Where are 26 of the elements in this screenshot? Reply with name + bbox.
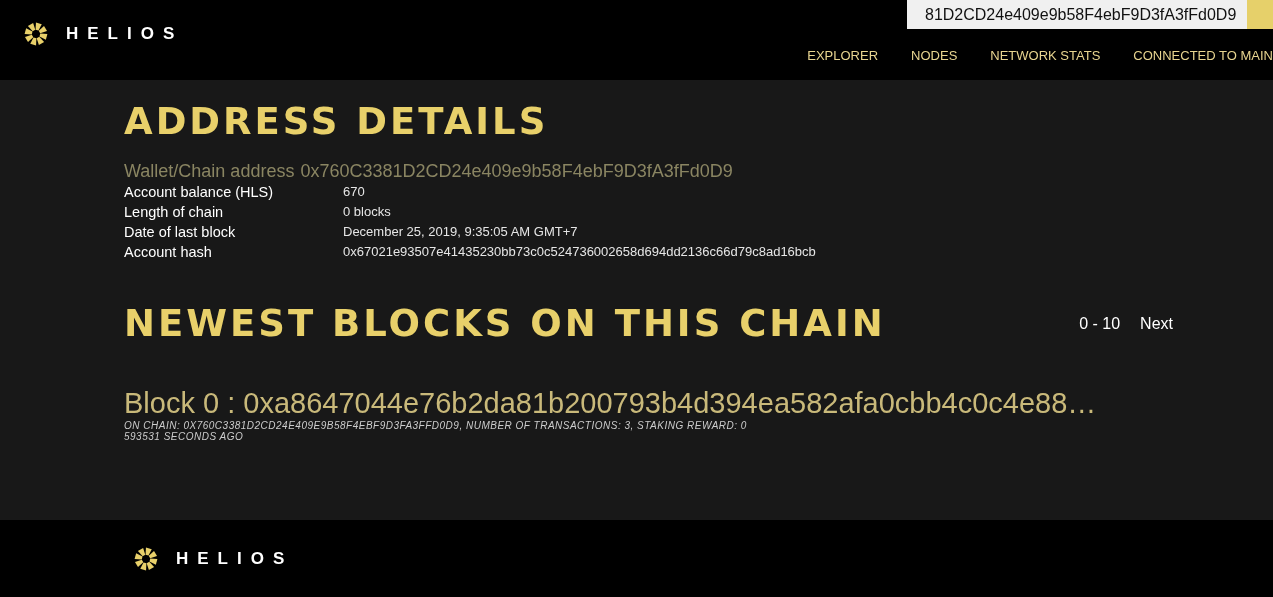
brand-name: HELIOS <box>176 548 294 569</box>
search-field[interactable]: 81D2CD24e409e9b58F4ebF9D3fA3fFd0D9 <box>907 0 1247 29</box>
section-title: ADDRESS DETAILS <box>124 100 550 143</box>
block-info: ON CHAIN: 0X760C3381D2CD24E409E9B58F4EBF9D3FA3FFD0D9, NUMBER OF TRANSACTIONS: 3, STAKING REWARD: 0 <box>124 420 748 431</box>
block-age: 593531 SECONDS AGO <box>124 431 245 442</box>
next-link[interactable]: Next <box>1140 314 1173 333</box>
sun-logo-icon <box>24 22 48 46</box>
address-value: 0x760C3381D2CD24e409e9b58F4ebF9D3fA3fFd0D9 <box>300 161 733 182</box>
detail-label: Account balance (HLS) <box>124 183 275 202</box>
detail-label: Length of chain <box>124 203 225 222</box>
address-label: Wallet/Chain address <box>124 161 295 182</box>
section-title: NEWEST BLOCKS ON THIS CHAIN <box>124 302 886 345</box>
nav-link[interactable]: NETWORK STATS <box>990 48 1101 63</box>
block-title[interactable]: Block 0 : 0xa8647044e76b2da81b200793b4d394ea582afa0cbb4c0c4e88… <box>124 387 1273 420</box>
nav-link[interactable]: NODES <box>911 48 958 63</box>
detail-label: Date of last block <box>124 223 237 242</box>
detail-value: December 25, 2019, 9:35:05 AM GMT+7 <box>343 223 579 241</box>
detail-label: Account hash <box>124 243 213 262</box>
nav-link[interactable]: CONNECTED TO MAIN <box>1133 48 1273 63</box>
detail-value: 0 blocks <box>343 203 392 221</box>
brand-name: HELIOS <box>66 24 184 44</box>
nav-link[interactable]: EXPLORER <box>807 48 879 63</box>
detail-value: 0x67021e93507e41435230bb73c0c524736002658d694dd2136c66d79c8ad16bcb <box>343 243 817 261</box>
sun-logo-icon <box>134 546 158 571</box>
detail-value: 670 <box>343 183 366 201</box>
page-range: 0 - 10 <box>1079 314 1121 333</box>
